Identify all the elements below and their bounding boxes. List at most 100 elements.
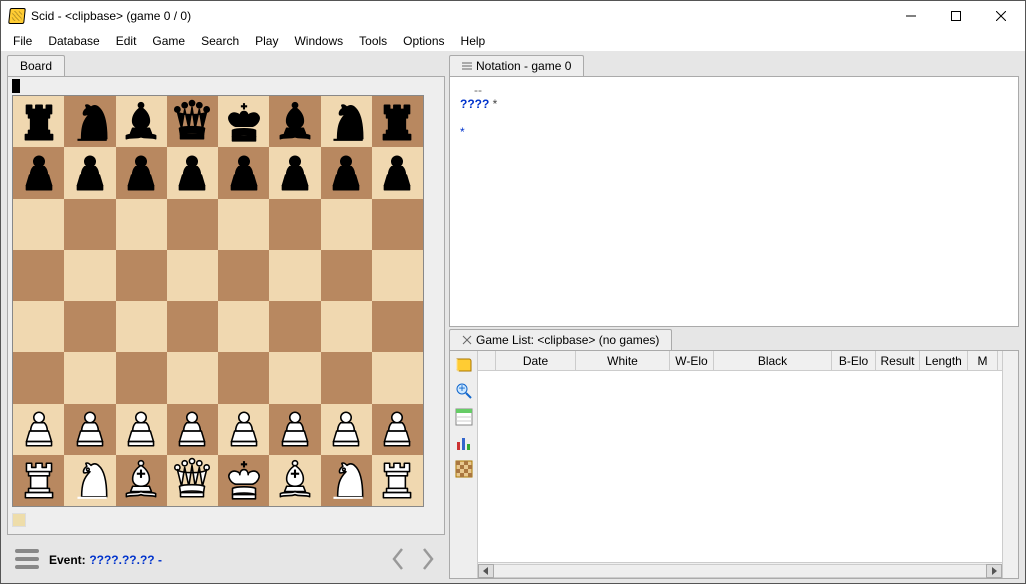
board-square[interactable] (167, 250, 218, 301)
board-square[interactable] (64, 199, 115, 250)
board-square[interactable] (372, 147, 423, 198)
board-square[interactable] (372, 96, 423, 147)
board-square[interactable] (167, 147, 218, 198)
menu-windows[interactable]: Windows (286, 32, 351, 50)
toolbar-book-icon[interactable] (452, 353, 476, 377)
gamelist-col-date[interactable]: Date (496, 351, 576, 370)
tab-board[interactable]: Board (7, 55, 65, 76)
board-square[interactable] (218, 147, 269, 198)
menu-search[interactable]: Search (193, 32, 247, 50)
board-square[interactable] (372, 199, 423, 250)
board-square[interactable] (64, 96, 115, 147)
tab-notation[interactable]: Notation - game 0 (449, 55, 584, 76)
board-square[interactable] (321, 147, 372, 198)
toolbar-search-icon[interactable]: + (452, 379, 476, 403)
board-square[interactable] (321, 455, 372, 506)
toolbar-chart-icon[interactable] (452, 431, 476, 455)
board-square[interactable] (116, 96, 167, 147)
scroll-right-icon[interactable] (986, 564, 1002, 578)
board-square[interactable] (116, 199, 167, 250)
menu-file[interactable]: File (5, 32, 40, 50)
scroll-left-icon[interactable] (478, 564, 494, 578)
board-square[interactable] (321, 250, 372, 301)
board-square[interactable] (167, 455, 218, 506)
board-square[interactable] (269, 455, 320, 506)
gamelist-header[interactable]: DateWhiteW-EloBlackB-EloResultLengthM (478, 351, 1002, 371)
menu-play[interactable]: Play (247, 32, 286, 50)
board-square[interactable] (13, 404, 64, 455)
board-square[interactable] (13, 147, 64, 198)
gamelist-col-index[interactable] (478, 351, 496, 370)
menu-tools[interactable]: Tools (351, 32, 395, 50)
board-square[interactable] (64, 250, 115, 301)
board-square[interactable] (116, 301, 167, 352)
chessboard[interactable] (12, 95, 424, 507)
prev-game-button[interactable] (387, 544, 409, 574)
menu-database[interactable]: Database (40, 32, 107, 50)
board-square[interactable] (167, 96, 218, 147)
board-square[interactable] (167, 301, 218, 352)
gamelist-col-w-elo[interactable]: W-Elo (670, 351, 714, 370)
board-square[interactable] (13, 455, 64, 506)
gamelist-col-length[interactable]: Length (920, 351, 968, 370)
board-square[interactable] (64, 404, 115, 455)
gamelist-col-black[interactable]: Black (714, 351, 832, 370)
board-square[interactable] (321, 404, 372, 455)
board-square[interactable] (64, 147, 115, 198)
gamelist-col-result[interactable]: Result (876, 351, 920, 370)
gamelist-vscrollbar[interactable] (1002, 351, 1018, 578)
maximize-button[interactable] (933, 2, 978, 31)
board-square[interactable] (167, 404, 218, 455)
board-square[interactable] (116, 455, 167, 506)
board-square[interactable] (218, 199, 269, 250)
board-square[interactable] (218, 404, 269, 455)
menu-game[interactable]: Game (144, 32, 193, 50)
board-square[interactable] (218, 250, 269, 301)
board-square[interactable] (116, 147, 167, 198)
board-square[interactable] (64, 455, 115, 506)
board-square[interactable] (13, 250, 64, 301)
board-square[interactable] (321, 301, 372, 352)
menu-icon[interactable] (13, 547, 41, 571)
board-square[interactable] (269, 404, 320, 455)
board-square[interactable] (116, 352, 167, 403)
board-square[interactable] (372, 250, 423, 301)
notation-body[interactable]: -- ???? * * (449, 76, 1019, 327)
gamelist-col-b-elo[interactable]: B-Elo (832, 351, 876, 370)
board-square[interactable] (13, 96, 64, 147)
toolbar-layout-icon[interactable] (452, 405, 476, 429)
board-square[interactable] (13, 199, 64, 250)
board-square[interactable] (372, 301, 423, 352)
board-square[interactable] (269, 352, 320, 403)
board-square[interactable] (64, 301, 115, 352)
board-square[interactable] (372, 352, 423, 403)
board-square[interactable] (13, 352, 64, 403)
board-square[interactable] (321, 96, 372, 147)
menu-options[interactable]: Options (395, 32, 452, 50)
gamelist-col-m[interactable]: M (968, 351, 998, 370)
scroll-track[interactable] (494, 564, 986, 578)
board-square[interactable] (269, 147, 320, 198)
board-square[interactable] (372, 455, 423, 506)
board-square[interactable] (321, 352, 372, 403)
board-square[interactable] (13, 301, 64, 352)
board-square[interactable] (218, 96, 269, 147)
board-square[interactable] (269, 96, 320, 147)
gamelist-col-white[interactable]: White (576, 351, 670, 370)
close-icon[interactable] (462, 335, 472, 345)
board-square[interactable] (218, 455, 269, 506)
board-square[interactable] (218, 301, 269, 352)
board-square[interactable] (116, 250, 167, 301)
menu-edit[interactable]: Edit (108, 32, 145, 50)
board-square[interactable] (372, 404, 423, 455)
board-square[interactable] (269, 301, 320, 352)
board-square[interactable] (64, 352, 115, 403)
board-square[interactable] (269, 199, 320, 250)
gamelist-rows[interactable] (478, 371, 1002, 562)
minimize-button[interactable] (888, 2, 933, 31)
board-square[interactable] (167, 199, 218, 250)
board-square[interactable] (218, 352, 269, 403)
gamelist-hscrollbar[interactable] (478, 562, 1002, 578)
menu-help[interactable]: Help (453, 32, 494, 50)
tab-gamelist[interactable]: Game List: <clipbase> (no games) (449, 329, 672, 350)
